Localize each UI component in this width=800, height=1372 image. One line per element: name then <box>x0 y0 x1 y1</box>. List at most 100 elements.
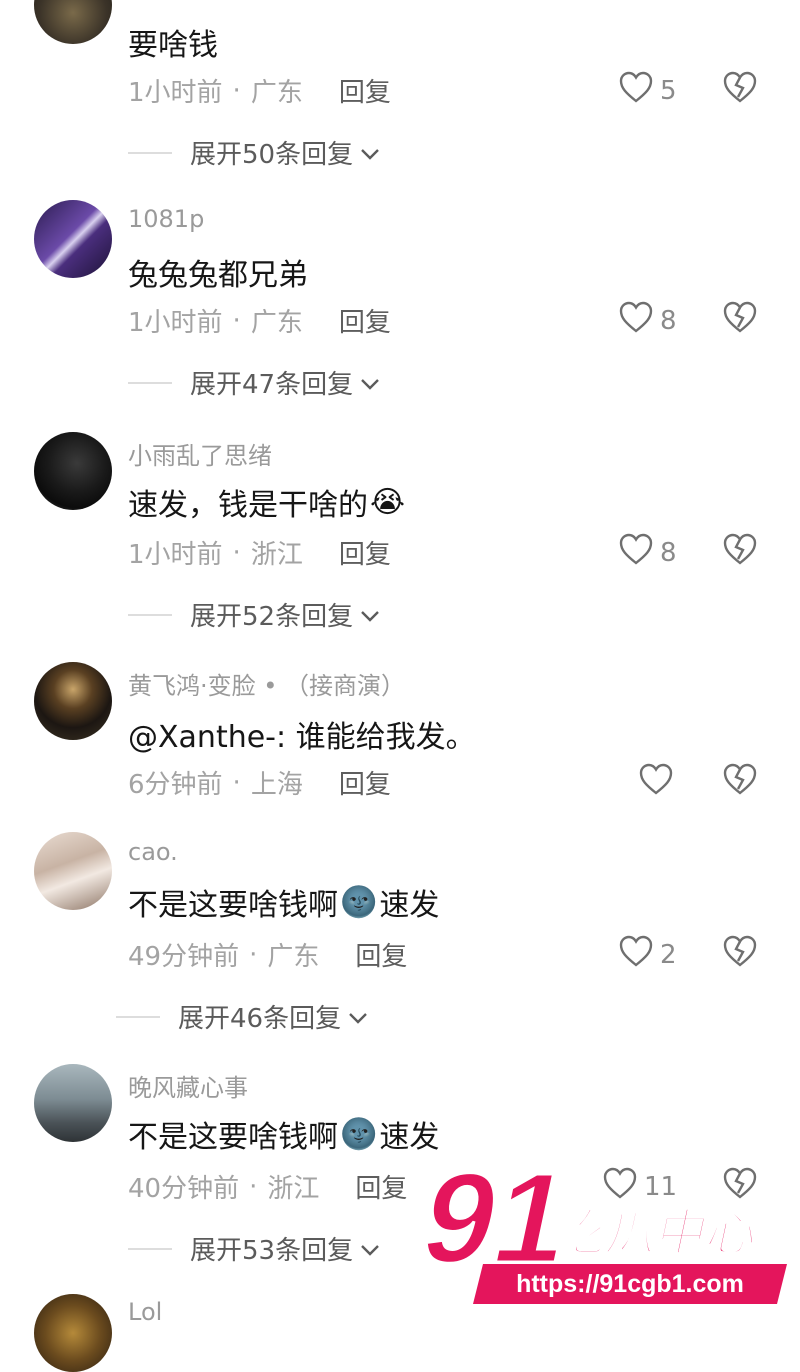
comment-username[interactable]: 小雨乱了思绪 <box>128 436 272 471</box>
meta-separator: · <box>232 75 241 106</box>
expand-replies-label: 展开50条回复 <box>190 140 354 170</box>
chevron-down-icon <box>359 368 381 398</box>
meta-separator: · <box>232 305 241 336</box>
dislike-button[interactable] <box>722 300 758 338</box>
reply-button[interactable]: 回复 <box>339 302 391 339</box>
reply-button[interactable]: 回复 <box>339 72 391 109</box>
comment-location: 上海 <box>250 770 303 800</box>
like-button[interactable]: 8 <box>618 300 677 341</box>
reply-button[interactable]: 回复 <box>355 936 407 973</box>
dislike-button[interactable] <box>722 762 758 800</box>
comment-time: 1小时前 <box>128 540 223 570</box>
dislike-button[interactable] <box>722 70 758 108</box>
expand-replies-button[interactable]: 展开50条回复 <box>128 134 381 171</box>
comment-location: 浙江 <box>250 540 303 570</box>
divider <box>128 151 172 154</box>
comment-time: 49分钟前 <box>128 942 240 972</box>
avatar[interactable] <box>34 200 112 278</box>
meta-separator: · <box>249 1171 258 1202</box>
new-moon-face-emoji: 🌚 <box>340 884 378 920</box>
reply-button[interactable]: 回复 <box>355 1168 407 1205</box>
comment-time: 40分钟前 <box>128 1174 240 1204</box>
comment-text: 速发，钱是干啥的 😭 <box>128 480 407 524</box>
avatar[interactable] <box>34 1294 112 1372</box>
broken-heart-icon <box>722 533 758 570</box>
avatar[interactable] <box>34 0 112 44</box>
comment-username[interactable]: Lol <box>128 1298 162 1326</box>
comment-location: 广东 <box>250 308 303 338</box>
watermark-logo-text: 吃瓜中心 <box>551 1204 763 1262</box>
watermark-url: https://91cgb1.com <box>516 1270 744 1298</box>
crying-face-emoji: 😭 <box>370 484 406 520</box>
comment-text-content: 不是这要啥钱啊 <box>128 1120 338 1155</box>
meta-separator: · <box>232 537 241 568</box>
avatar[interactable] <box>34 662 112 740</box>
comment-meta: 1小时前 · 浙江 回复 <box>128 534 391 571</box>
heart-outline-icon <box>618 300 654 341</box>
expand-replies-button[interactable]: 展开53条回复 <box>128 1230 381 1267</box>
comment-username[interactable]: 黄飞鸿·变脸 • （接商演） <box>128 666 405 701</box>
heart-outline-icon <box>638 762 674 803</box>
comment-time: 1小时前 <box>128 308 223 338</box>
meta-separator: · <box>249 939 258 970</box>
chevron-down-icon <box>359 600 381 630</box>
comment-text: 不是这要啥钱啊 🌚 速发 <box>128 880 439 924</box>
dislike-button[interactable] <box>722 532 758 570</box>
comment-meta: 1小时前 · 广东 回复 <box>128 302 391 339</box>
expand-replies-button[interactable]: 展开47条回复 <box>128 364 381 401</box>
like-button[interactable]: 2 <box>618 934 677 975</box>
comment-meta: 49分钟前 · 广东 回复 <box>128 936 407 973</box>
chevron-down-icon <box>359 138 381 168</box>
comment-time: 6分钟前 <box>128 770 223 800</box>
heart-outline-icon <box>618 70 654 111</box>
comment-username[interactable]: 1081p <box>128 205 204 233</box>
like-count: 5 <box>660 75 677 106</box>
comment-time: 1小时前 <box>128 78 223 108</box>
avatar[interactable] <box>34 832 112 910</box>
divider <box>116 1015 160 1018</box>
divider <box>128 613 172 616</box>
expand-replies-label: 展开46条回复 <box>178 1004 342 1034</box>
heart-outline-icon <box>618 532 654 573</box>
comment-text: 兔兔兔都兄弟 <box>128 258 308 293</box>
expand-replies-button[interactable]: 展开52条回复 <box>128 596 381 633</box>
chevron-down-icon <box>359 1234 381 1264</box>
reply-button[interactable]: 回复 <box>339 764 391 801</box>
comment-text-content: 速发 <box>379 888 440 923</box>
like-button[interactable] <box>638 762 680 803</box>
comment-text: 要啥钱 <box>128 28 218 63</box>
new-moon-face-emoji: 🌚 <box>340 1116 378 1152</box>
avatar[interactable] <box>34 1064 112 1142</box>
comment-text-content: 速发，钱是干啥的 <box>128 488 368 523</box>
divider <box>128 1247 172 1250</box>
comment-text-content: 不是这要啥钱啊 <box>128 888 338 923</box>
broken-heart-icon <box>722 935 758 972</box>
comment-username[interactable]: 晚风藏心事 <box>128 1068 248 1103</box>
comment-meta: 1小时前 · 广东 回复 <box>128 72 391 109</box>
chevron-down-icon <box>347 1002 369 1032</box>
comment-text: 不是这要啥钱啊 🌚 速发 <box>128 1112 439 1156</box>
reply-button[interactable]: 回复 <box>339 534 391 571</box>
like-count: 8 <box>660 537 677 568</box>
comment-location: 浙江 <box>267 1174 320 1204</box>
comment-location: 广东 <box>250 78 303 108</box>
avatar[interactable] <box>34 432 112 510</box>
broken-heart-icon <box>722 71 758 108</box>
meta-separator: · <box>232 767 241 798</box>
like-button[interactable]: 8 <box>618 532 677 573</box>
like-count: 2 <box>660 939 677 970</box>
like-button[interactable]: 5 <box>618 70 677 111</box>
expand-replies-button[interactable]: 展开46条回复 <box>116 998 369 1035</box>
expand-replies-label: 展开53条回复 <box>190 1236 354 1266</box>
divider <box>128 381 172 384</box>
comment-username[interactable]: cao. <box>128 838 178 866</box>
broken-heart-icon <box>722 763 758 800</box>
dislike-button[interactable] <box>722 934 758 972</box>
comment-meta: 40分钟前 · 浙江 回复 <box>128 1168 407 1205</box>
broken-heart-icon <box>722 301 758 338</box>
expand-replies-label: 展开52条回复 <box>190 602 354 632</box>
comment-location: 广东 <box>267 942 320 972</box>
comment-text: @Xanthe-: 谁能给我发。 <box>128 720 476 755</box>
expand-replies-label: 展开47条回复 <box>190 370 354 400</box>
like-count: 8 <box>660 305 677 336</box>
